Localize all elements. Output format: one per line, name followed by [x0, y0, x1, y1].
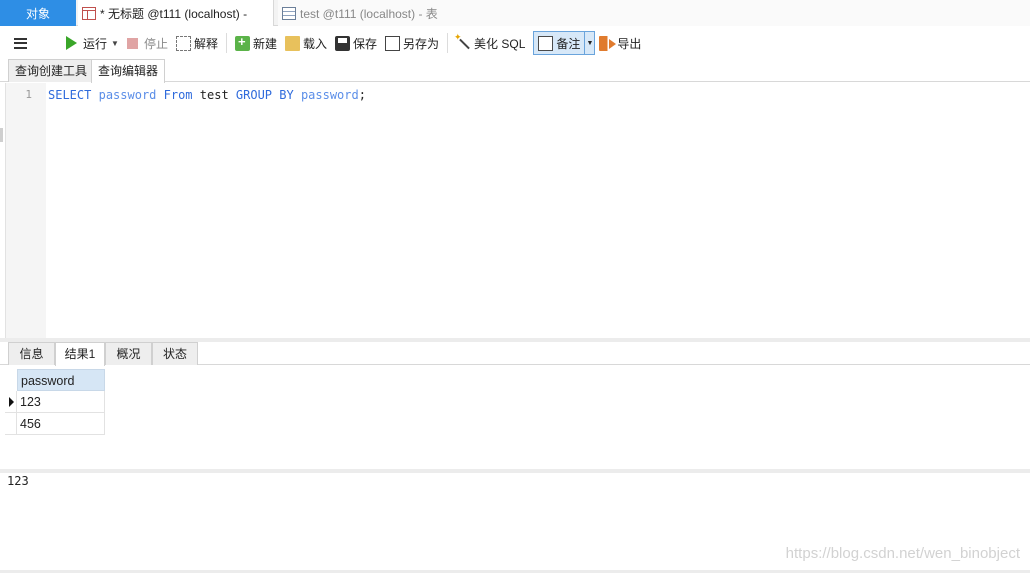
notes-button[interactable]: 备注 [534, 32, 584, 54]
document-icon [538, 35, 554, 51]
load-label: 载入 [302, 36, 327, 51]
folder-icon [284, 35, 300, 51]
export-label: 导出 [617, 36, 642, 51]
line-number-gutter: 1 [6, 83, 46, 338]
watermark: https://blog.csdn.net/wen_binobject [785, 545, 1020, 562]
sql-identifier: password [98, 88, 157, 102]
sql-identifier: password [300, 88, 359, 102]
row-indicator[interactable] [5, 413, 17, 435]
field-value-text: 123 [7, 474, 29, 488]
notes-dropdown[interactable]: ▼ [584, 32, 594, 54]
tab-object[interactable]: 对象 [0, 0, 76, 26]
magic-wand-icon [454, 32, 471, 51]
table-icon [282, 6, 296, 20]
table-cell[interactable]: 456 [20, 413, 105, 435]
load-button[interactable]: 载入 [281, 31, 331, 55]
toolbar-divider [225, 33, 227, 53]
new-button[interactable]: 新建 [231, 31, 281, 55]
toolbar-divider [447, 33, 449, 53]
save-as-icon [385, 35, 401, 51]
splitter-handle[interactable] [0, 128, 3, 142]
export-button[interactable]: 导出 [595, 31, 645, 55]
tab-untitled-query-label: * 无标题 @t111 (localhost) - [100, 6, 248, 21]
tab-table-test-label: test @t111 (localhost) - 表 [300, 6, 438, 21]
sql-keyword: GROUP BY [235, 88, 294, 102]
export-icon [599, 35, 617, 51]
column-header-password[interactable]: password [17, 369, 105, 391]
query-toolbar: 运行 ▼ 停止 解释 新建 载入 保存 另存为 美化 SQL 备注 ▼ [0, 27, 1030, 59]
current-row-arrow-icon [9, 397, 14, 407]
hamburger-icon [13, 37, 27, 49]
save-as-button[interactable]: 另存为 [381, 31, 443, 55]
stop-label: 停止 [143, 36, 168, 51]
document-tab-bar: 对象 * 无标题 @t111 (localhost) - test @t111 … [0, 0, 1030, 26]
play-icon [66, 36, 77, 50]
menu-button[interactable] [0, 31, 40, 55]
tab-overview[interactable]: 概况 [105, 342, 152, 365]
new-query-icon [234, 34, 250, 51]
save-icon [335, 35, 350, 51]
tab-info[interactable]: 信息 [8, 342, 55, 365]
sql-table-name: test [199, 88, 229, 102]
query-icon [82, 6, 96, 20]
beautify-sql-label: 美化 SQL [474, 36, 526, 51]
field-value-panel[interactable]: 123 https://blog.csdn.net/wen_binobject [0, 473, 1030, 570]
tab-result1[interactable]: 结果1 [55, 342, 105, 366]
explain-icon [175, 35, 191, 51]
explain-label: 解释 [193, 36, 218, 51]
sql-terminator: ; [358, 88, 366, 102]
tab-table-test[interactable]: test @t111 (localhost) - 表 [278, 0, 1030, 26]
beautify-sql-button[interactable]: 美化 SQL [452, 31, 529, 55]
line-number: 1 [25, 88, 32, 101]
explain-button[interactable]: 解释 [172, 31, 222, 55]
save-label: 保存 [353, 36, 378, 51]
stop-icon [126, 37, 138, 49]
tab-query-builder[interactable]: 查询创建工具 [8, 59, 95, 82]
row-indicator[interactable] [5, 391, 17, 413]
notes-label: 备注 [556, 36, 581, 51]
tab-status[interactable]: 状态 [152, 342, 198, 365]
table-row[interactable]: 456 [5, 413, 105, 435]
chevron-down-icon[interactable]: ▼ [111, 39, 119, 48]
sql-code-line[interactable]: SELECT password From test GROUP BY passw… [48, 88, 366, 102]
tab-untitled-query[interactable]: * 无标题 @t111 (localhost) - [78, 0, 274, 26]
table-row[interactable]: 123 [5, 391, 105, 413]
save-button[interactable]: 保存 [331, 31, 381, 55]
run-button[interactable]: 运行 ▼ [62, 31, 123, 55]
stop-button[interactable]: 停止 [123, 31, 172, 55]
chevron-down-icon: ▼ [586, 39, 594, 47]
save-as-label: 另存为 [403, 36, 440, 51]
sql-keyword: From [163, 88, 193, 102]
sql-keyword: SELECT [48, 88, 92, 102]
run-label: 运行 [83, 36, 108, 51]
editor-mode-tabs: 查询创建工具 查询编辑器 [0, 59, 1030, 83]
sql-editor[interactable]: 1 SELECT password From test GROUP BY pas… [5, 83, 1030, 338]
result-tabs: 信息 结果1 概况 状态 [0, 342, 1030, 366]
table-cell[interactable]: 123 [20, 391, 105, 413]
notes-toggle-group: 备注 ▼ [533, 31, 596, 55]
new-label: 新建 [252, 36, 277, 51]
tab-query-editor[interactable]: 查询编辑器 [91, 59, 166, 83]
